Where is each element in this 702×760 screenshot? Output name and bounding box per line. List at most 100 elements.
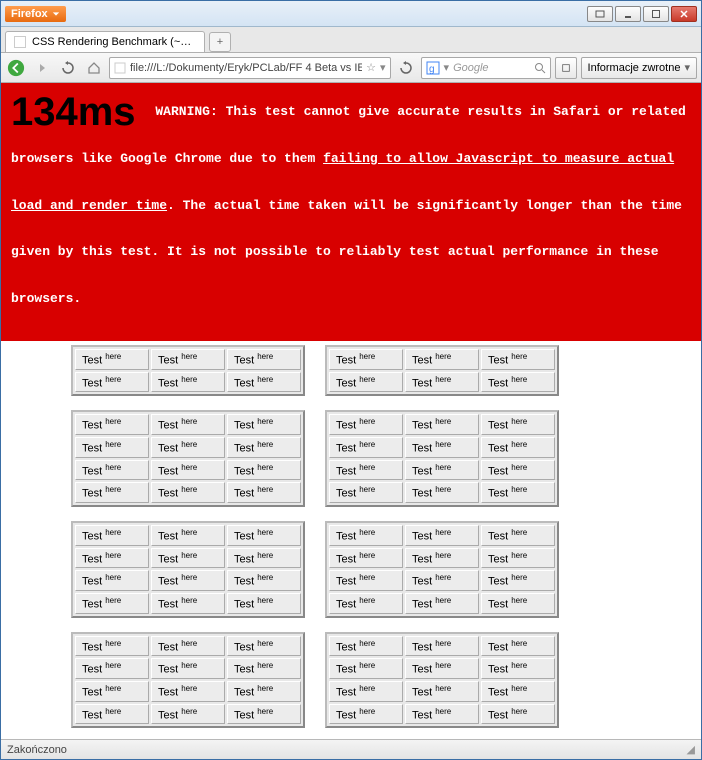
test-cell: Test here — [329, 593, 403, 614]
feedback-button[interactable]: Informacje zwrotne ▾ — [581, 57, 697, 79]
test-cell: Test here — [481, 482, 555, 503]
tab-bar: CSS Rendering Benchmark (~2500 posit... … — [1, 27, 701, 53]
home-button[interactable] — [83, 57, 105, 79]
addons-dropdown-button[interactable] — [555, 57, 577, 79]
test-cell: Test here — [405, 349, 479, 370]
feedback-label: Informacje zwrotne — [588, 62, 681, 74]
browser-window: Firefox CSS Rendering Benchmark (~2500 p… — [0, 0, 702, 760]
test-block: Test hereTest hereTest hereTest hereTest… — [325, 410, 559, 507]
svg-text:g: g — [429, 64, 435, 75]
page-content: 134ms WARNING: This test cannot give acc… — [1, 83, 701, 739]
test-cell: Test here — [481, 636, 555, 657]
status-bar: Zakończono ◢ — [1, 739, 701, 759]
resize-grip-icon[interactable]: ◢ — [687, 743, 695, 756]
url-input[interactable] — [130, 62, 362, 74]
test-cell: Test here — [227, 681, 301, 702]
test-cell: Test here — [151, 414, 225, 435]
search-dropdown-icon[interactable]: ▾ — [444, 61, 450, 74]
test-block: Test hereTest hereTest hereTest hereTest… — [71, 410, 305, 507]
test-cell: Test here — [151, 704, 225, 725]
window-minimize-button[interactable] — [615, 6, 641, 22]
browser-tab[interactable]: CSS Rendering Benchmark (~2500 posit... — [5, 31, 205, 52]
page-favicon — [14, 36, 26, 48]
test-cell: Test here — [151, 460, 225, 481]
test-cell: Test here — [481, 349, 555, 370]
test-cell: Test here — [75, 658, 149, 679]
test-cell: Test here — [481, 681, 555, 702]
warning-text-post: . The actual time taken will be signific… — [11, 198, 682, 307]
result-banner: 134ms WARNING: This test cannot give acc… — [1, 83, 701, 341]
window-extra-button[interactable] — [587, 6, 613, 22]
new-tab-button[interactable]: + — [209, 32, 231, 52]
test-block: Test hereTest hereTest hereTest hereTest… — [325, 521, 559, 618]
test-cell: Test here — [227, 437, 301, 458]
test-cell: Test here — [151, 437, 225, 458]
test-cell: Test here — [151, 570, 225, 591]
test-cell: Test here — [329, 372, 403, 393]
test-cell: Test here — [227, 349, 301, 370]
url-dropdown-icon[interactable]: ▾ — [380, 61, 386, 74]
test-block: Test hereTest hereTest hereTest hereTest… — [325, 632, 559, 729]
test-cell: Test here — [329, 525, 403, 546]
test-cell: Test here — [151, 658, 225, 679]
benchmark-time-result: 134ms — [11, 90, 136, 134]
test-cell: Test here — [75, 636, 149, 657]
test-cell: Test here — [405, 414, 479, 435]
firefox-app-button[interactable]: Firefox — [5, 6, 66, 22]
test-cell: Test here — [75, 704, 149, 725]
test-cell: Test here — [481, 437, 555, 458]
test-cell: Test here — [481, 414, 555, 435]
test-cell: Test here — [405, 593, 479, 614]
window-maximize-button[interactable] — [643, 6, 669, 22]
firefox-app-label: Firefox — [11, 8, 48, 20]
test-block: Test hereTest hereTest hereTest hereTest… — [325, 345, 559, 396]
test-cell: Test here — [75, 372, 149, 393]
test-cell: Test here — [329, 704, 403, 725]
test-cell: Test here — [227, 658, 301, 679]
test-cell: Test here — [227, 593, 301, 614]
test-cell: Test here — [481, 525, 555, 546]
window-titlebar: Firefox — [1, 1, 701, 27]
test-cell: Test here — [75, 593, 149, 614]
search-placeholder: Google — [453, 62, 529, 74]
test-cell: Test here — [151, 548, 225, 569]
search-go-icon[interactable] — [534, 62, 546, 74]
back-button[interactable] — [5, 57, 27, 79]
test-cell: Test here — [481, 372, 555, 393]
test-cell: Test here — [329, 681, 403, 702]
url-bar[interactable]: ☆ ▾ — [109, 57, 391, 79]
chevron-down-icon — [52, 10, 60, 18]
test-grid-region: Test hereTest hereTest hereTest hereTest… — [1, 341, 701, 739]
test-block-row: Test hereTest hereTest hereTest hereTest… — [71, 632, 641, 729]
test-cell: Test here — [405, 437, 479, 458]
test-cell: Test here — [405, 525, 479, 546]
reload-button[interactable] — [57, 57, 79, 79]
test-cell: Test here — [151, 681, 225, 702]
forward-button[interactable] — [31, 57, 53, 79]
page-identity-icon — [114, 62, 126, 74]
test-cell: Test here — [405, 681, 479, 702]
test-cell: Test here — [481, 460, 555, 481]
window-close-button[interactable] — [671, 6, 697, 22]
test-cell: Test here — [481, 658, 555, 679]
test-cell: Test here — [151, 349, 225, 370]
test-cell: Test here — [227, 460, 301, 481]
test-cell: Test here — [227, 704, 301, 725]
bookmark-star-icon[interactable]: ☆ — [366, 61, 376, 74]
test-cell: Test here — [405, 548, 479, 569]
test-cell: Test here — [329, 658, 403, 679]
test-block-row: Test hereTest hereTest hereTest hereTest… — [71, 410, 641, 507]
go-reload-button[interactable] — [395, 57, 417, 79]
test-cell: Test here — [329, 460, 403, 481]
tab-title: CSS Rendering Benchmark (~2500 posit... — [32, 36, 196, 48]
test-cell: Test here — [405, 460, 479, 481]
search-box[interactable]: g ▾ Google — [421, 57, 551, 79]
test-cell: Test here — [151, 636, 225, 657]
test-cell: Test here — [151, 482, 225, 503]
test-cell: Test here — [75, 570, 149, 591]
test-cell: Test here — [227, 570, 301, 591]
test-cell: Test here — [329, 636, 403, 657]
test-cell: Test here — [75, 548, 149, 569]
test-block: Test hereTest hereTest hereTest hereTest… — [71, 521, 305, 618]
status-text: Zakończono — [7, 744, 67, 756]
